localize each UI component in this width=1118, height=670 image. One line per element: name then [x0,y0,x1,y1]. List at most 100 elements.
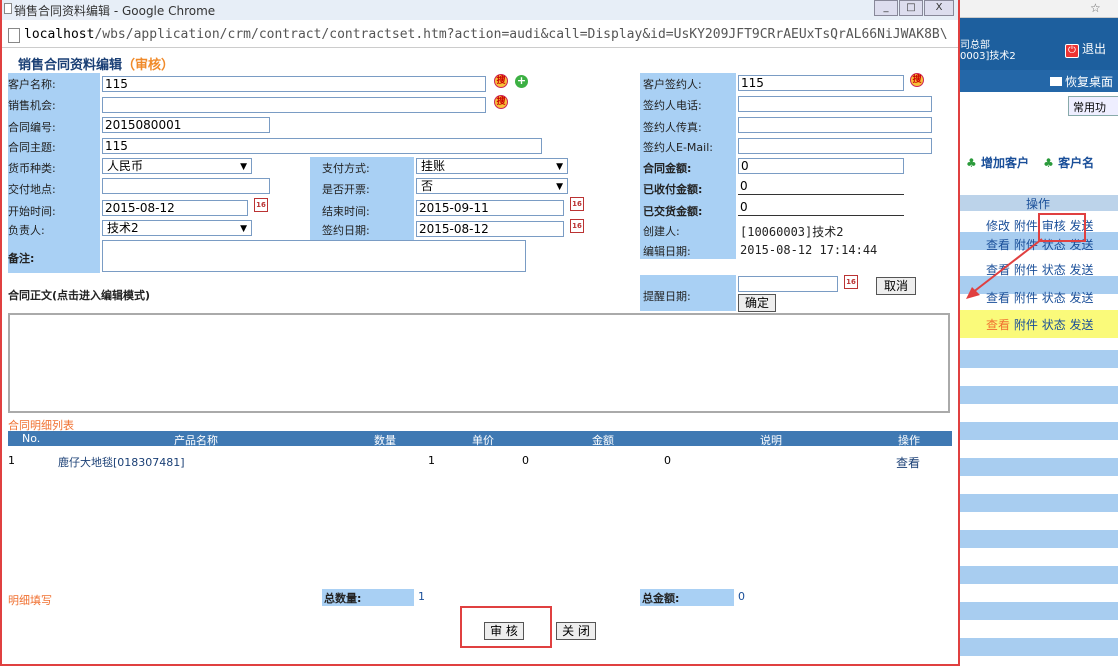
page-icon [8,28,20,43]
approve-button[interactable]: 审 核 [484,622,524,640]
close-button[interactable]: 关 闭 [556,622,596,640]
subject-label: 合同主题: [8,141,56,154]
org-name: 司总部 [960,40,990,51]
total-amount-value: 0 [738,590,745,603]
owner-select[interactable]: 技术2 [102,220,252,236]
desktop-icon [1050,77,1062,86]
creator-label: 创建人: [643,225,680,238]
minimize-button[interactable]: _ [874,0,898,16]
pay-place-field[interactable] [102,178,270,194]
currency-select[interactable]: 人民币 [102,158,252,174]
add-icon[interactable]: + [515,75,528,88]
row-stripe [958,638,1118,656]
pay-method-select[interactable]: 挂账 [416,158,568,174]
form-title-mode: （审核） [122,58,175,73]
owner-label: 负责人: [8,224,45,237]
calendar-icon[interactable]: 16 [570,197,584,211]
search-icon[interactable]: 搜 [494,74,508,88]
org-info: 司总部 0003]技术2 [960,40,1016,62]
annotation-arrow [966,238,1043,299]
contract-no-field[interactable]: 2015080001 [102,117,270,133]
amount-field[interactable]: 0 [738,158,904,174]
delivered-label: 已交货金额: [643,205,703,218]
confirm-remind-button[interactable]: 确定 [738,294,776,312]
maximize-button[interactable]: □ [899,0,923,16]
contract-body-link[interactable]: 合同正文(点击进入编辑模式) [8,287,150,303]
col-note: 说明 [760,434,782,447]
form-title-text: 销售合同资料编辑 [18,58,123,73]
send-link[interactable]: 发送 [1070,291,1094,305]
row-stripe [958,530,1118,548]
send-link[interactable]: 发送 [1070,318,1094,332]
signer-fax-field[interactable] [738,117,932,133]
remark-textarea[interactable] [102,240,526,272]
row-stripe [958,386,1118,404]
edit-link[interactable]: 修改 [986,219,1010,233]
contract-body-editor[interactable] [8,313,950,413]
opportunity-label: 销售机会: [8,99,56,112]
page-icon [4,3,12,14]
signer-fax-label: 签约人传真: [643,121,702,134]
currency-label: 货币种类: [8,162,56,175]
total-amount-label: 总金额: [640,589,734,606]
detail-fill-link[interactable]: 明细填写 [8,592,52,608]
status-link[interactable]: 状态 [1042,318,1066,332]
col-op: 操作 [898,434,920,447]
detail-table-header: No. 产品名称 数量 单价 金额 说明 操作 [8,431,952,447]
start-time-field[interactable]: 2015-08-12 [102,200,248,216]
calendar-icon[interactable]: 16 [844,275,858,289]
row-stripe [958,494,1118,512]
calendar-icon[interactable]: 16 [570,219,584,233]
logout-button[interactable]: ⏻ 退出 [1065,40,1106,58]
invoice-select[interactable]: 否 [416,178,568,194]
customer-icon: ♣ [1043,156,1054,170]
signer-email-field[interactable] [738,138,932,154]
attachment-link[interactable]: 附件 [1014,318,1038,332]
row-stripe [958,566,1118,584]
customer-name-field[interactable]: 115 [102,76,486,92]
send-link[interactable]: 发送 [1070,263,1094,277]
url-text[interactable]: localhost/wbs/application/crm/contract/c… [24,27,954,42]
signer-field[interactable]: 115 [738,75,904,91]
col-price: 单价 [472,434,494,447]
row-qty: 1 [428,454,435,467]
operation-column-header: 操作 [958,195,1118,211]
row-price: 0 [522,454,529,467]
signer-phone-field[interactable] [738,96,932,112]
row-product-link[interactable]: 鹿仔大地毯[018307481] [58,454,185,470]
subject-field[interactable]: 115 [102,138,542,154]
table-row: 1 鹿仔大地毯[018307481] 1 0 0 查看 [8,454,952,470]
creator-value: [10060003]技术2 [740,225,844,239]
row-stripe [958,350,1118,368]
received-value: 0 [738,179,904,195]
start-time-label: 开始时间: [8,205,56,218]
view-link[interactable]: 查看 [986,318,1010,332]
end-time-label: 结束时间: [322,205,370,218]
customer-label: 客户名称: [8,78,56,91]
close-window-button[interactable]: X [924,0,954,16]
attachment-link[interactable]: 附件 [1014,219,1038,233]
row-amount: 0 [664,454,671,467]
row-no: 1 [8,454,15,467]
form-title: 销售合同资料编辑（审核） [18,54,174,73]
add-customer-link[interactable]: 增加客户 [981,156,1029,170]
sign-date-field[interactable]: 2015-08-12 [416,221,564,237]
calendar-icon[interactable]: 16 [254,198,268,212]
delivered-value: 0 [738,200,904,216]
row-view-link[interactable]: 查看 [896,454,920,471]
star-icon[interactable]: ☆ [1090,1,1101,15]
search-icon[interactable]: 搜 [910,73,924,87]
remind-date-field[interactable] [738,276,838,292]
common-functions-button[interactable]: 常用功 [1068,96,1118,116]
total-qty-label: 总数量: [322,589,414,606]
search-icon[interactable]: 搜 [494,95,508,109]
restore-desktop-button[interactable]: 恢复桌面 [1050,73,1113,90]
customer-name-link[interactable]: 客户名 [1058,156,1094,170]
customer-links: ♣ 增加客户 ♣ 客户名 [966,154,1094,171]
end-time-field[interactable]: 2015-09-11 [416,200,564,216]
signer-email-label: 签约人E-Mail: [643,141,713,154]
url-host: localhost [24,27,95,42]
total-qty-value: 1 [418,590,425,603]
opportunity-field[interactable] [102,97,486,113]
cancel-remind-button[interactable]: 取消 [876,277,916,295]
